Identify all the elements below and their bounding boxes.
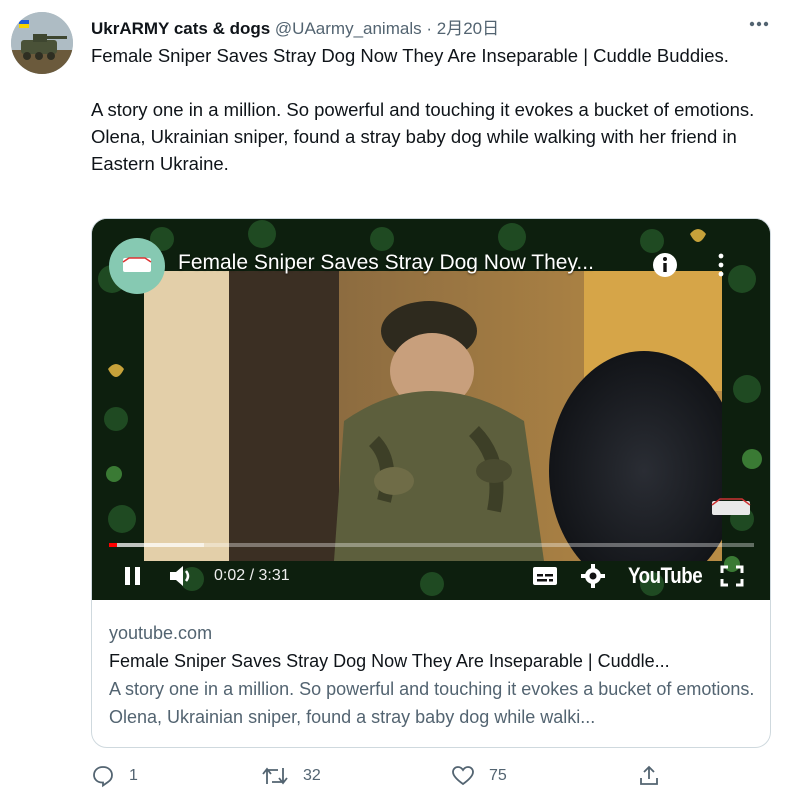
channel-logo[interactable] xyxy=(109,238,165,294)
separator: · xyxy=(426,19,433,38)
share-button[interactable] xyxy=(637,762,675,790)
tweet-paragraph-2: A story one in a million. So powerful an… xyxy=(91,99,755,174)
display-name[interactable]: UkrARMY cats & dogs xyxy=(91,19,270,38)
like-count: 75 xyxy=(489,767,507,784)
more-icon[interactable] xyxy=(745,12,773,36)
settings-icon[interactable] xyxy=(580,563,606,594)
youtube-logo[interactable]: YouTube xyxy=(628,563,703,589)
video-controls: 0:02 / 3:31 YouTube xyxy=(92,553,770,600)
like-icon xyxy=(452,766,474,786)
video-time: 0:02 / 3:31 xyxy=(214,567,290,584)
progress-bar[interactable] xyxy=(109,543,754,547)
video-title[interactable]: Female Sniper Saves Stray Dog Now They..… xyxy=(178,251,594,275)
retweet-button[interactable]: 32 xyxy=(261,762,321,790)
pause-icon[interactable] xyxy=(122,565,144,592)
tweet-actions: 1 32 75 xyxy=(91,762,691,790)
avatar[interactable] xyxy=(11,12,73,74)
card-meta[interactable]: youtube.com Female Sniper Saves Stray Do… xyxy=(109,619,759,731)
tweet-text: Female Sniper Saves Stray Dog Now They A… xyxy=(91,42,761,177)
card-title: Female Sniper Saves Stray Dog Now They A… xyxy=(109,651,670,671)
link-card[interactable]: Female Sniper Saves Stray Dog Now They..… xyxy=(91,218,771,748)
video-player[interactable]: Female Sniper Saves Stray Dog Now They..… xyxy=(92,219,770,600)
tweet-date[interactable]: 2月20日 xyxy=(437,19,499,38)
tweet-header: UkrARMY cats & dogs @UAarmy_animals · 2月… xyxy=(91,14,499,39)
retweet-count: 32 xyxy=(303,767,321,784)
progress-buffered xyxy=(109,543,204,547)
share-icon xyxy=(640,765,658,785)
reply-count: 1 xyxy=(129,767,138,784)
video-frame xyxy=(144,271,722,561)
volume-icon[interactable] xyxy=(168,563,196,594)
retweet-icon xyxy=(262,767,288,785)
progress-played xyxy=(109,543,117,547)
watermark-logo xyxy=(706,495,756,521)
user-handle[interactable]: @UAarmy_animals xyxy=(275,19,422,38)
subtitles-icon[interactable] xyxy=(532,565,558,592)
like-button[interactable]: 75 xyxy=(451,762,507,790)
info-icon[interactable] xyxy=(650,250,680,280)
reply-icon xyxy=(93,766,113,788)
kebab-icon[interactable] xyxy=(712,250,730,280)
reply-button[interactable]: 1 xyxy=(91,762,138,790)
card-domain: youtube.com xyxy=(109,623,213,643)
fullscreen-icon[interactable] xyxy=(720,565,744,592)
tweet-paragraph-1: Female Sniper Saves Stray Dog Now They A… xyxy=(91,45,729,66)
card-description: A story one in a million. So powerful an… xyxy=(109,679,755,727)
